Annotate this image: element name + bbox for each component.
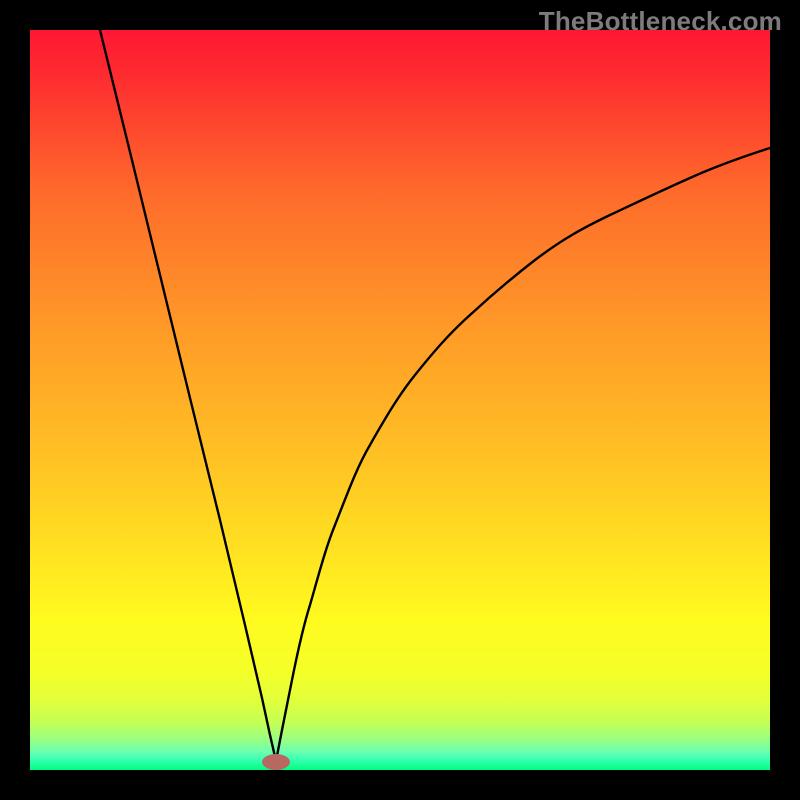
plot-area <box>30 30 770 770</box>
gradient-background <box>30 30 770 770</box>
plot-svg <box>30 30 770 770</box>
minimum-marker <box>262 754 290 770</box>
chart-frame: TheBottleneck.com <box>0 0 800 800</box>
